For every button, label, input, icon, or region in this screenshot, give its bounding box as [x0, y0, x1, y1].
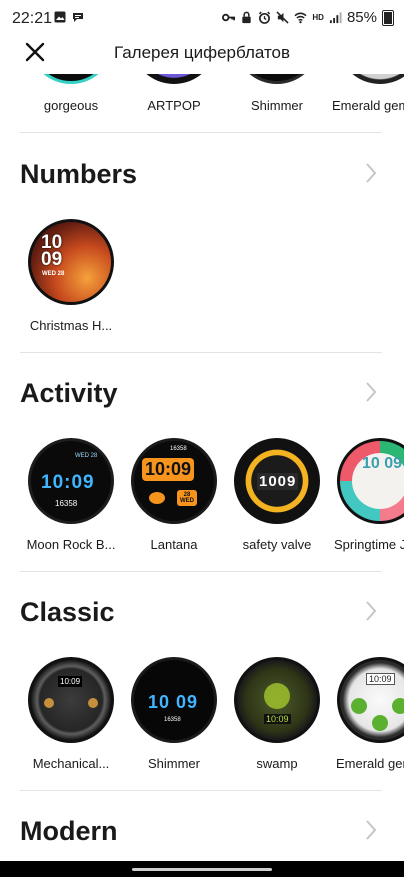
face-leaf-right — [392, 698, 404, 714]
home-indicator[interactable] — [132, 868, 272, 871]
watch-face-safety-valve[interactable]: 1009 — [234, 438, 320, 524]
face-time-text: 10:09 — [264, 714, 291, 724]
face-label: Christmas H... — [29, 318, 113, 333]
watch-face-springtime[interactable]: 10 09 — [337, 438, 404, 524]
battery-icon — [382, 9, 394, 26]
face-label: ARTPOP — [147, 98, 201, 113]
face-date-text: 28 WED — [177, 490, 197, 506]
watch-face-moon-rock[interactable]: 10:09 WED 28 16358 — [28, 438, 114, 524]
watch-face-christmas[interactable]: 10 09 WED 28 — [28, 219, 114, 305]
face-time-text: 1009 — [257, 473, 299, 490]
watch-face-gorgeous[interactable] — [28, 74, 114, 84]
chevron-right-icon[interactable] — [364, 600, 378, 622]
chevron-right-icon[interactable] — [364, 162, 378, 184]
face-label: safety valve — [242, 537, 312, 552]
status-right: HD 85% — [222, 9, 394, 26]
face-steps-text: 16358 — [170, 446, 187, 452]
lock-icon — [242, 11, 252, 24]
chevron-right-icon[interactable] — [364, 819, 378, 841]
face-time-text: 10 09 — [362, 455, 403, 472]
alarm-icon — [259, 11, 271, 24]
face-label: Emerald gem — [336, 756, 404, 771]
face-gear-left — [44, 698, 54, 708]
section-title-modern: Modern — [20, 816, 118, 846]
face-steps-text: 16358 — [55, 499, 78, 508]
watch-face-mechanical[interactable]: 10:09 — [28, 657, 114, 743]
app-bar: Галерея циферблатов — [0, 38, 404, 74]
face-pm-badge — [149, 492, 165, 504]
face-date-text: WED 28 — [75, 453, 98, 459]
chat-icon — [73, 13, 83, 22]
image-icon — [54, 11, 66, 23]
key-icon — [222, 13, 236, 22]
section-title-activity: Activity — [20, 378, 118, 408]
face-label: swamp — [256, 756, 298, 771]
face-gear-right — [88, 698, 98, 708]
face-leaf-bottom — [372, 715, 388, 731]
face-leaf-left — [351, 698, 367, 714]
face-label: Moon Rock B... — [26, 537, 116, 552]
watch-face-emerald-gem[interactable]: 10:09 — [337, 657, 404, 743]
section-title-classic: Classic — [20, 597, 115, 627]
divider — [20, 790, 382, 791]
face-time-text: 10 09 — [148, 692, 199, 712]
face-label: Mechanical... — [32, 756, 110, 771]
divider — [20, 132, 382, 133]
watch-face-emerald-top[interactable] — [337, 74, 404, 84]
watch-face-shimmer[interactable]: 10 09 16358 — [131, 657, 217, 743]
face-time-text: 10:09 — [366, 673, 395, 685]
face-label: Shimmer — [250, 98, 303, 113]
mute-icon — [276, 11, 290, 24]
signal-icon — [329, 12, 342, 24]
face-label: Shimmer — [147, 756, 200, 771]
face-label: Springtime J... — [334, 537, 404, 552]
face-time-text: 10:09 — [142, 458, 195, 481]
face-label: Emerald gem — [332, 98, 404, 113]
status-left-icons — [54, 11, 84, 23]
network-label: HD — [312, 13, 324, 22]
face-dial — [264, 683, 290, 709]
chevron-right-icon[interactable] — [364, 381, 378, 403]
watch-face-lantana[interactable]: 16358 10:09 28 WED — [131, 438, 217, 524]
divider — [20, 352, 382, 353]
wifi-icon — [294, 12, 307, 24]
watch-face-swamp[interactable]: 10:09 — [234, 657, 320, 743]
section-title-numbers: Numbers — [20, 159, 138, 189]
page-title: Галерея циферблатов — [113, 43, 291, 62]
face-time-text: 10:09 — [41, 472, 95, 493]
face-time-text: 10:09 — [58, 676, 83, 687]
face-steps-text: 16358 — [164, 717, 181, 723]
face-label: Lantana — [150, 537, 198, 552]
status-time: 22:21 — [12, 10, 53, 27]
face-label: gorgeous — [43, 98, 99, 113]
watch-face-artpop[interactable] — [131, 74, 217, 84]
status-bar: 22:21 HD 85% — [0, 0, 404, 38]
watch-face-shimmer-top[interactable] — [234, 74, 320, 84]
battery-percent: 85% — [346, 9, 377, 26]
face-time-text: 1009 — [41, 232, 63, 270]
face-date-text: WED 28 — [42, 271, 65, 277]
gallery-content[interactable]: gorgeous ARTPOP Shimmer Emerald gem Numb… — [0, 74, 404, 861]
divider — [20, 571, 382, 572]
system-nav-bar — [0, 861, 404, 877]
